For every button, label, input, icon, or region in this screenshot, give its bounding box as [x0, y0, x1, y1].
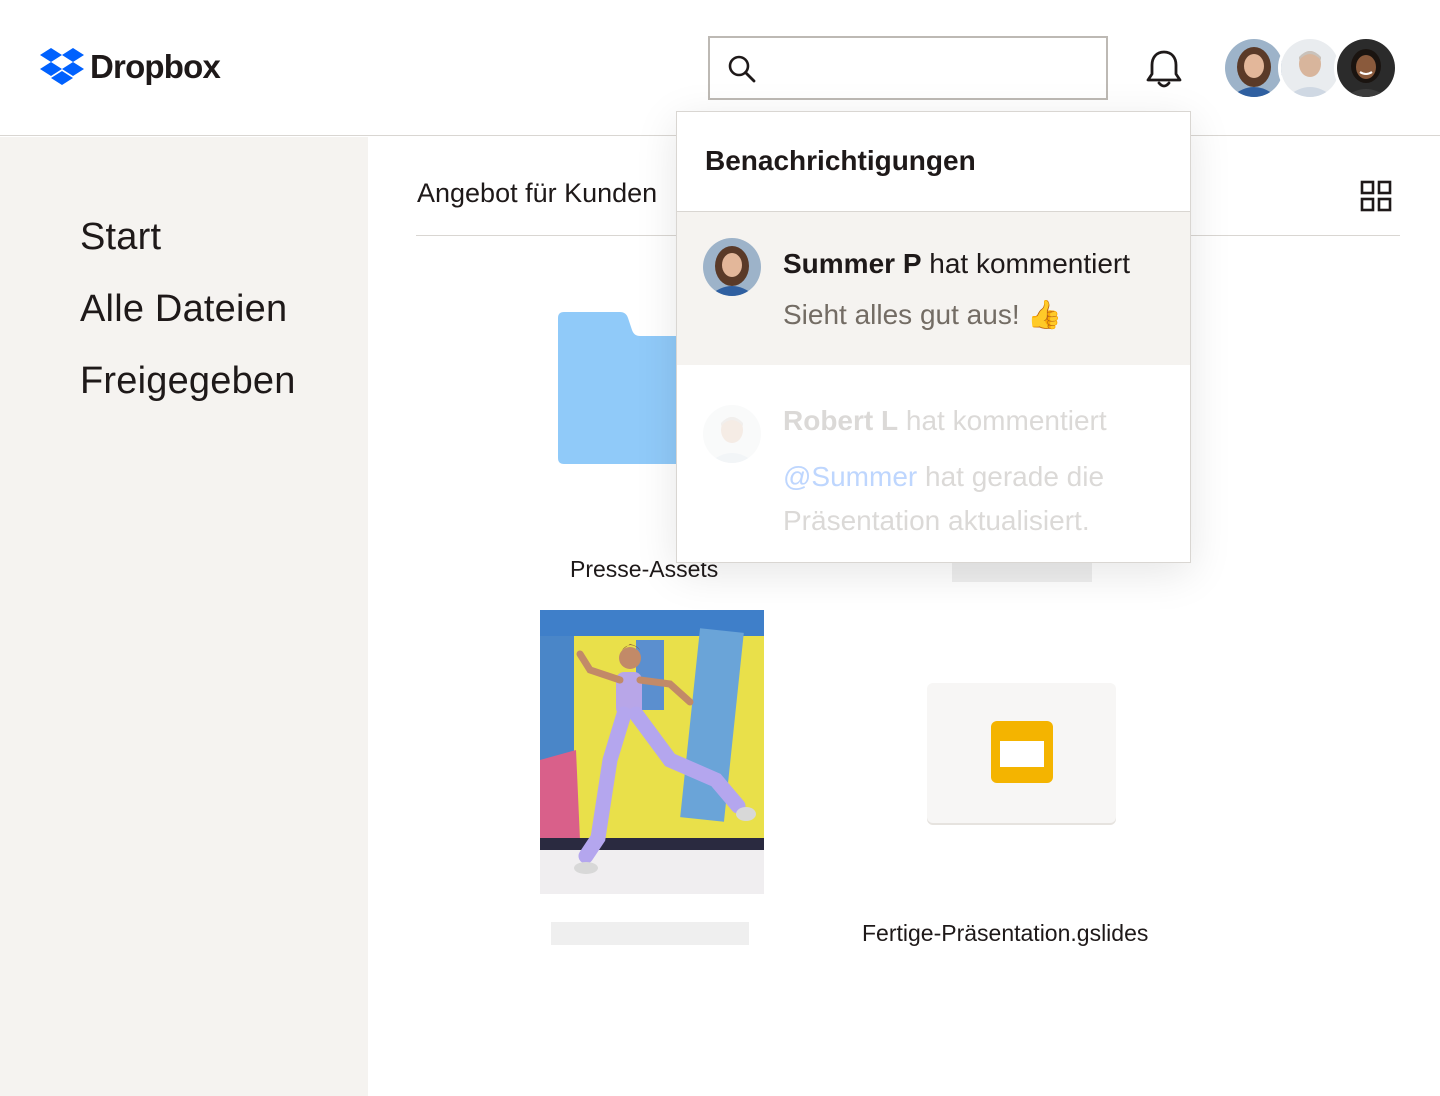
collaborator-avatars — [1222, 36, 1402, 102]
avatar-summer — [703, 238, 761, 296]
notification-heading: Summer P hat kommentiert — [783, 248, 1130, 280]
notification-item[interactable]: Robert L hat kommentiert @Summer hat ger… — [677, 365, 1190, 562]
notification-heading: Robert L hat kommentiert — [783, 405, 1107, 437]
bell-icon[interactable] — [1144, 48, 1184, 90]
notification-message: @Summer hat gerade die Präsentation aktu… — [783, 455, 1163, 543]
search-box[interactable] — [708, 36, 1108, 100]
app-name: Dropbox — [90, 48, 221, 85]
sidebar-item-all-files[interactable]: Alle Dateien — [80, 288, 287, 331]
notification-action: hat kommentiert — [898, 405, 1107, 436]
file-name-placeholder — [952, 560, 1092, 582]
notification-message: Sieht alles gut aus! 👍 — [783, 299, 1063, 330]
notification-item[interactable]: Summer P hat kommentiert Sieht alles gut… — [677, 212, 1190, 365]
gslides-thumbnail[interactable] — [927, 683, 1116, 823]
grid-view-icon[interactable] — [1360, 180, 1392, 212]
slides-icon — [991, 721, 1053, 783]
search-icon — [728, 55, 756, 83]
folder-title: Angebot für Kunden — [417, 178, 658, 208]
image-thumbnail[interactable] — [540, 610, 764, 894]
avatar-robert[interactable] — [1278, 36, 1342, 100]
notification-author: Robert L — [783, 405, 899, 436]
sidebar-item-start[interactable]: Start — [80, 216, 161, 259]
notification-action: hat kommentiert — [921, 248, 1131, 279]
sidebar-item-shared[interactable]: Freigegeben — [80, 360, 296, 403]
mention-link[interactable]: @Summer — [783, 461, 917, 492]
dropbox-logo-icon — [40, 48, 84, 85]
search-input[interactable] — [770, 48, 1090, 88]
file-name-presentation[interactable]: Fertige-Präsentation.gslides — [862, 920, 1148, 947]
avatar-summer[interactable] — [1222, 36, 1286, 100]
file-name-placeholder — [551, 922, 749, 945]
avatar-robert — [703, 405, 761, 463]
dropbox-logo[interactable]: Dropbox — [40, 47, 221, 87]
popover-header: Benachrichtigungen — [677, 112, 1190, 212]
notification-author: Summer P — [783, 248, 922, 279]
popover-title: Benachrichtigungen — [705, 145, 976, 176]
notifications-popover: Benachrichtigungen Summer P hat kommenti… — [676, 111, 1191, 563]
avatar-third-user[interactable] — [1334, 36, 1398, 100]
sidebar: Start Alle Dateien Freigegeben — [0, 137, 368, 1096]
